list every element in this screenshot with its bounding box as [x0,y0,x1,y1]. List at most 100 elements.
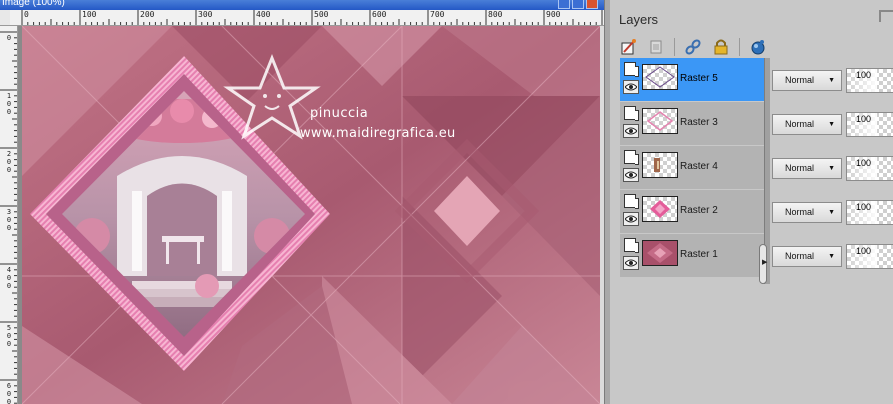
layer-name: Raster 4 [680,161,718,172]
layer-blend-row: Normal ▼ 100 [770,190,893,234]
ruler-vertical-label: 4 0 0 [6,266,12,290]
layer-row[interactable]: Raster 4 [620,146,764,190]
layer-properties-icon[interactable] [624,150,639,165]
eye-icon[interactable] [623,124,639,138]
blend-mode-value: Normal [785,75,815,85]
blend-mode-value: Normal [785,207,815,217]
duplicate-layer-icon[interactable] [646,37,666,57]
ruler-horizontal-label: 500 [314,10,329,19]
opacity-value: 100 [855,202,871,212]
ruler-horizontal-label: 400 [256,10,271,19]
layer-properties-icon[interactable] [624,194,639,209]
layer-name: Raster 3 [680,117,718,128]
ruler-horizontal-ticks [21,10,603,25]
layer-thumbnail[interactable] [642,64,678,90]
chevron-down-icon: ▼ [828,165,835,172]
layer-properties-icon[interactable] [624,62,639,77]
opacity-field[interactable]: 100 [846,244,893,269]
layer-name: Raster 5 [680,73,718,84]
ruler-horizontal[interactable]: 0 100 200 300 400 500 600 700 800 900 [10,10,604,26]
opacity-field[interactable]: 100 [846,68,893,93]
app-root: Image (100%) 0 100 200 300 400 500 600 700 800 90… [0,0,893,404]
layer-row[interactable]: Raster 3 [620,102,764,146]
ruler-vertical[interactable]: 0 1 0 0 2 0 0 3 0 0 4 0 0 5 0 0 6 0 0 [0,26,18,404]
layer-blend-row: Normal ▼ 100 [770,58,893,102]
blend-mode-value: Normal [785,251,815,261]
layer-row[interactable]: Raster 5 [620,58,764,102]
ruler-horizontal-label: 900 [546,10,561,19]
layer-row[interactable]: Raster 2 [620,190,764,234]
watermark-site: www.maidiregrafica.eu [300,126,456,141]
ruler-horizontal-label: 100 [82,10,97,19]
new-layer-icon[interactable] [618,37,638,57]
layers-panel: Layers Raster 5 Raster 3 Raster 4 Raster 2R… [610,0,893,404]
image-canvas[interactable]: pinuccia www.maidiregrafica.eu [22,26,600,404]
window-controls [558,0,598,10]
layer-thumbnail[interactable] [642,196,678,222]
ruler-vertical-label: 5 0 0 [6,324,12,348]
layer-row[interactable]: Raster 1 [620,234,764,278]
opacity-field[interactable]: 100 [846,156,893,181]
layer-properties-icon[interactable] [624,106,639,121]
close-button[interactable] [586,0,598,9]
link-icon[interactable] [683,37,703,57]
ruler-horizontal-label: 300 [198,10,213,19]
watermark-name: pinuccia [310,106,369,121]
opacity-value: 100 [855,70,871,80]
lock-icon[interactable] [711,37,731,57]
blend-mode-select[interactable]: Normal ▼ [772,70,842,91]
layers-panel-title: Layers [619,12,659,27]
ruler-horizontal-label: 0 [24,10,29,19]
eye-icon[interactable] [623,80,639,94]
chevron-down-icon: ▼ [828,77,835,84]
blend-mode-select[interactable]: Normal ▼ [772,246,842,267]
ruler-vertical-label: 6 0 0 [6,382,12,404]
eye-icon[interactable] [623,212,639,226]
eye-icon[interactable] [623,256,639,270]
layer-blend-row: Normal ▼ 100 [770,234,893,278]
ruler-vertical-label: 0 [6,34,12,42]
blend-mode-select[interactable]: Normal ▼ [772,158,842,179]
blend-mode-value: Normal [785,163,815,173]
layer-blend-row: Normal ▼ 100 [770,146,893,190]
opacity-field[interactable]: 100 [846,112,893,137]
layer-thumbnail[interactable] [642,240,678,266]
layer-thumbnail[interactable] [642,152,678,178]
layer-list: Raster 5 Raster 3 Raster 4 Raster 2 Raster 1 [620,58,764,280]
image-window-title: Image (100%) [2,0,65,8]
layer-thumbnail[interactable] [642,108,678,134]
blend-mode-value: Normal [785,119,815,129]
eye-icon[interactable] [623,168,639,182]
image-window-title-bar[interactable]: Image (100%) [0,0,604,10]
blend-mode-select[interactable]: Normal ▼ [772,202,842,223]
chevron-down-icon: ▼ [828,121,835,128]
maximize-button[interactable] [572,0,584,9]
chevron-right-icon[interactable]: ▶ [762,258,767,266]
ruler-vertical-label: 1 0 0 [6,92,12,116]
canvas-artwork [22,26,600,404]
opacity-value: 100 [855,158,871,168]
toolbar-separator [739,38,740,56]
minimize-button[interactable] [558,0,570,9]
layer-properties-icon[interactable] [624,238,639,253]
opacity-field[interactable]: 100 [846,200,893,225]
blend-mode-select[interactable]: Normal ▼ [772,114,842,135]
layers-toolbar [618,36,768,58]
toolbar-separator [674,38,675,56]
layer-blend-row: Normal ▼ 100 [770,102,893,146]
opacity-value: 100 [855,246,871,256]
ruler-horizontal-label: 600 [372,10,387,19]
ruler-horizontal-label: 200 [140,10,155,19]
image-window: Image (100%) 0 100 200 300 400 500 600 700 800 90… [0,0,604,404]
opacity-value: 100 [855,114,871,124]
chevron-down-icon: ▼ [828,253,835,260]
mask-icon[interactable] [748,37,768,57]
ruler-vertical-label: 2 0 0 [6,150,12,174]
panel-title-bar[interactable] [879,10,893,22]
chevron-down-icon: ▼ [828,209,835,216]
ruler-horizontal-label: 700 [430,10,445,19]
layer-name: Raster 2 [680,205,718,216]
layer-name: Raster 1 [680,249,718,260]
ruler-vertical-label: 3 0 0 [6,208,12,232]
ruler-horizontal-label: 800 [488,10,503,19]
